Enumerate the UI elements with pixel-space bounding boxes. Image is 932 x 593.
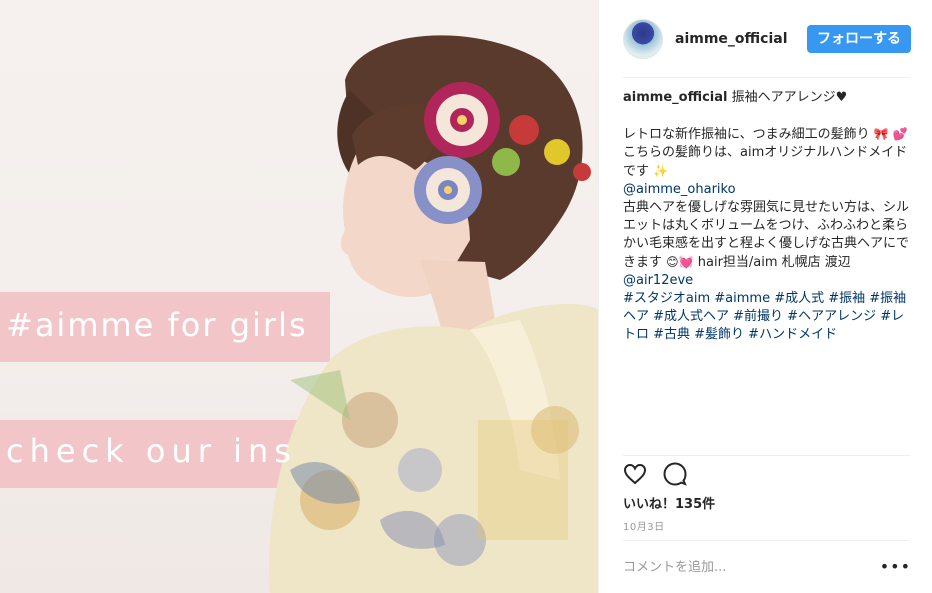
smile-emoji: 😊💓 xyxy=(666,255,694,269)
hearts-emoji: 💕 xyxy=(892,127,908,141)
post-caption: aimme_official 振袖ヘアアレンジ♥ レトロな新作振袖に、つまみ細工… xyxy=(623,89,911,344)
post-header: aimme_official フォローする xyxy=(623,16,911,62)
mention-link-2[interactable]: @air12eve xyxy=(623,273,693,288)
like-count[interactable]: いいね！135件 xyxy=(623,493,715,512)
post-photo[interactable]: #aimme for girls check our ins xyxy=(0,0,598,593)
follow-button[interactable]: フォローする xyxy=(807,25,911,53)
divider xyxy=(623,540,910,541)
comment-input[interactable] xyxy=(623,559,873,575)
caption-line-4: hair担当/aim 札幌店 渡辺 xyxy=(697,255,851,270)
photo-illustration xyxy=(0,35,598,593)
avatar[interactable] xyxy=(623,19,663,59)
comment-form: ••• xyxy=(623,556,911,578)
more-options-icon[interactable]: ••• xyxy=(880,559,911,575)
post-side-panel: aimme_official フォローする aimme_official 振袖ヘ… xyxy=(598,0,932,593)
ribbon-emoji: 🎀 xyxy=(873,127,889,141)
banner-text-1: #aimme for girls xyxy=(6,306,308,344)
post-actions xyxy=(623,462,687,486)
sparkles-emoji: ✨ xyxy=(653,164,669,178)
mention-link-1[interactable]: @aimme_ohariko xyxy=(623,182,736,197)
divider xyxy=(623,77,910,78)
header-username[interactable]: aimme_official xyxy=(675,31,788,47)
hashtag-list[interactable]: #スタジオaim #aimme #成人式 #振袖 #振袖ヘア #成人式ヘア #前… xyxy=(623,291,906,342)
post-date[interactable]: 10月3日 xyxy=(623,518,665,533)
heart-icon[interactable] xyxy=(623,462,647,486)
comment-icon[interactable] xyxy=(663,462,687,486)
caption-line-1: レトロな新作振袖に、つまみ細工の髪飾り xyxy=(623,127,870,142)
divider xyxy=(623,455,910,456)
banner-text-2: check our ins xyxy=(6,432,297,470)
caption-title: 振袖ヘアアレンジ♥ xyxy=(731,90,848,105)
caption-username[interactable]: aimme_official xyxy=(623,90,727,105)
